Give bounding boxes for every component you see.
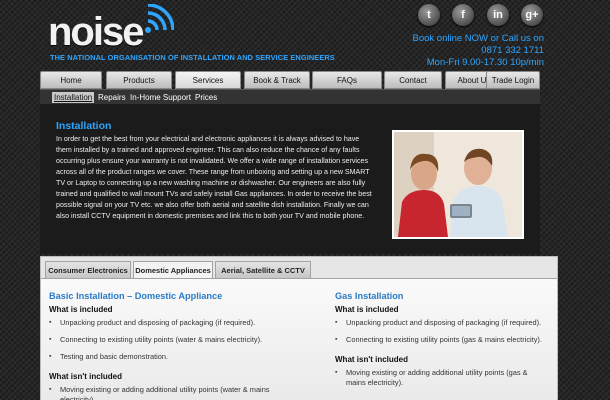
page-title: Installation	[56, 120, 112, 132]
section-title: Basic Installation – Domestic Appliance	[49, 291, 223, 301]
engineer-photo	[392, 130, 524, 239]
wifi-signal-icon	[145, 4, 174, 33]
subnav-item-in-home-support[interactable]: In-Home Support	[128, 92, 193, 103]
services-tabs: Consumer Electronics Domestic Appliances…	[40, 256, 558, 400]
list-item: Unpacking product and disposing of packa…	[49, 318, 279, 328]
intro-section: Installation In order to get the best fr…	[40, 104, 540, 254]
sub-nav: Installation Repairs In-Home Support Pri…	[40, 89, 540, 104]
tab-panel-domestic-appliances: Basic Installation – Domestic Appliance …	[41, 279, 557, 400]
contact-hours: Mon-Fri 9.00-17.30 10p/min	[426, 57, 544, 68]
basic-installation-column: Basic Installation – Domestic Appliance …	[49, 291, 279, 400]
list-item: Testing and basic demonstration.	[49, 352, 279, 362]
section-title: Gas Installation	[335, 291, 404, 301]
list-item: Connecting to existing utility points (g…	[335, 335, 549, 345]
intro-text: In order to get the best from your elect…	[56, 135, 372, 220]
main-nav: Home Products Services Book & Track FAQs…	[40, 71, 540, 89]
subnav-item-prices[interactable]: Prices	[193, 92, 219, 103]
excluded-heading: What isn't included	[335, 355, 409, 364]
contact-info: Book online NOW or Call us on 0871 332 1…	[413, 33, 544, 69]
engineer-photo-illustration	[394, 132, 522, 237]
subnav-item-repairs[interactable]: Repairs	[96, 92, 128, 103]
nav-item-home[interactable]: Home	[40, 71, 102, 89]
nav-item-book-track[interactable]: Book & Track	[244, 71, 310, 89]
included-heading: What is included	[335, 305, 399, 314]
list-item: Moving existing or adding additional uti…	[49, 385, 279, 400]
site-header: noise THE NATIONAL ORGANISATION OF INSTA…	[0, 0, 610, 72]
contact-phone[interactable]: 0871 332 1711	[413, 45, 544, 57]
list-item: Moving existing or adding additional uti…	[335, 368, 549, 388]
facebook-icon[interactable]: f	[452, 4, 474, 26]
subnav-item-installation[interactable]: Installation	[52, 92, 95, 103]
googleplus-icon[interactable]: g+	[521, 4, 543, 26]
linkedin-icon[interactable]: in	[487, 4, 509, 26]
tab-aerial-satellite-cctv[interactable]: Aerial, Satellite & CCTV	[215, 261, 311, 278]
twitter-icon[interactable]: t	[418, 4, 440, 26]
nav-item-contact[interactable]: Contact	[384, 71, 442, 89]
included-heading: What is included	[49, 305, 113, 314]
nav-item-faqs[interactable]: FAQs	[312, 71, 382, 89]
tab-consumer-electronics[interactable]: Consumer Electronics	[45, 261, 131, 278]
contact-line[interactable]: Book online NOW or Call us on	[413, 33, 544, 45]
nav-item-trade-login[interactable]: Trade Login	[486, 71, 540, 89]
nav-item-products[interactable]: Products	[106, 71, 172, 89]
gas-installation-column: Gas Installation What is included Unpack…	[335, 291, 549, 395]
logo-text: noise	[48, 10, 144, 54]
list-item: Unpacking product and disposing of packa…	[335, 318, 549, 328]
site-tagline: THE NATIONAL ORGANISATION OF INSTALLATIO…	[50, 53, 335, 62]
excluded-heading: What isn't included	[49, 372, 123, 381]
nav-item-services[interactable]: Services	[175, 71, 241, 89]
list-item: Connecting to existing utility points (w…	[49, 335, 279, 345]
